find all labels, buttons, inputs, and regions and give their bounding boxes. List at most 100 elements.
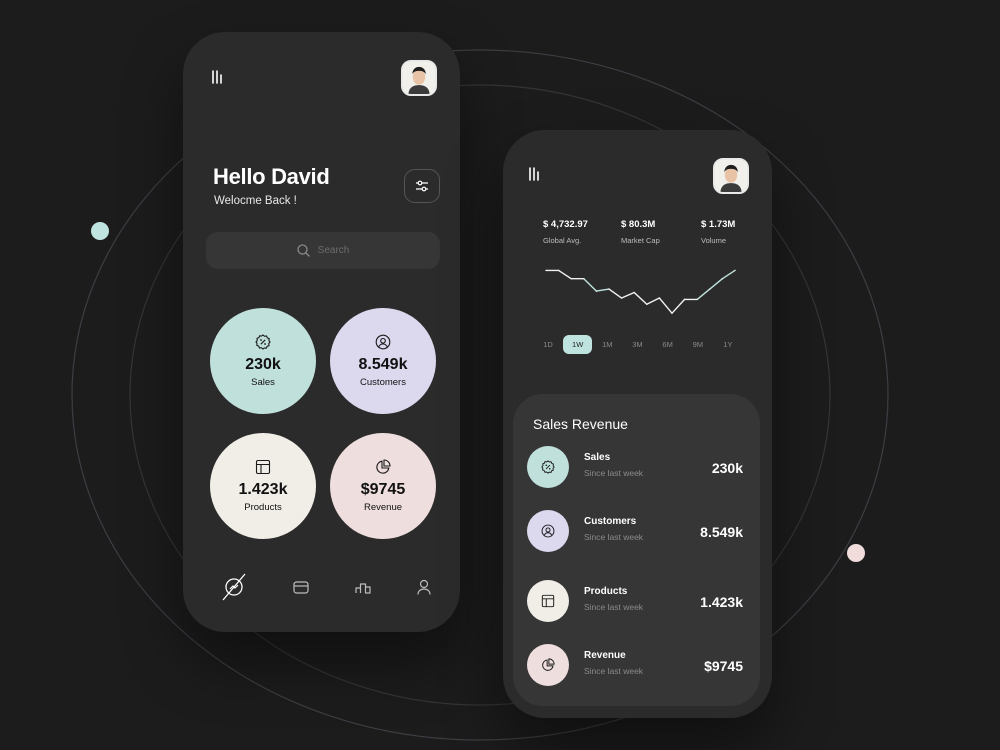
sales-revenue-panel: Sales Revenue Sales Since last week 230k <box>513 394 760 706</box>
chart-line-segment <box>721 269 736 280</box>
avatar-photo <box>403 62 435 94</box>
chart-point <box>570 278 572 280</box>
revenue-card[interactable]: $9745 Revenue <box>330 433 436 539</box>
chart-line-segment <box>633 291 648 305</box>
stat-value: $ 4,732.97 <box>543 219 588 230</box>
orbit-dot-teal <box>91 222 109 240</box>
row-since: Since last week <box>584 532 644 542</box>
revenue-label: Revenue <box>363 502 403 513</box>
chart-line-segment <box>608 288 623 299</box>
row-since: Since last week <box>584 602 644 612</box>
user-circle-icon <box>541 524 555 538</box>
stat-label: Market Cap <box>621 236 660 245</box>
bottom-navigation <box>221 572 431 602</box>
chart-point <box>545 269 547 272</box>
range-option[interactable]: 1D <box>533 335 563 354</box>
welcome-subtitle: Welocme Back ! <box>214 195 297 207</box>
revenue-row-revenue[interactable]: Revenue Since last week $9745 <box>527 644 743 688</box>
home-screen: Hello David Welocme Back ! Search 230k S… <box>183 32 460 632</box>
sales-card[interactable]: 230k Sales <box>210 308 316 414</box>
discount-badge-icon <box>541 460 555 474</box>
search-input[interactable]: Search <box>206 232 440 269</box>
chart-line-segment <box>658 297 673 314</box>
row-name: Sales <box>584 452 611 463</box>
chart-point <box>696 298 698 300</box>
chart-point <box>709 288 711 290</box>
layout-icon <box>541 594 555 608</box>
products-card[interactable]: 1.423k Products <box>210 433 316 539</box>
row-value: 230k <box>711 460 743 476</box>
chart-point <box>658 297 660 299</box>
greeting-title: Hello David <box>213 164 330 189</box>
pie-chart-icon <box>376 459 391 474</box>
sales-label: Sales <box>251 377 275 388</box>
background-decoration <box>71 49 889 741</box>
stat-value: $ 80.3M <box>621 219 656 230</box>
stat-global-avg: $ 4,732.97 Global Avg. <box>543 219 588 245</box>
filter-button[interactable] <box>404 169 440 203</box>
menu-icon[interactable] <box>528 167 542 181</box>
sales-revenue-title: Sales Revenue <box>533 416 628 432</box>
customers-label: Customers <box>360 377 406 388</box>
row-value: $9745 <box>704 658 743 674</box>
row-name: Customers <box>584 516 637 527</box>
wallet-icon[interactable] <box>293 580 309 594</box>
range-option[interactable]: 6M <box>653 335 683 354</box>
chart-point <box>721 278 723 280</box>
search-icon <box>297 244 310 257</box>
chart-point <box>633 291 635 294</box>
products-label: Products <box>244 502 282 513</box>
detail-screen: $ 4,732.97 Global Avg. $ 80.3M Market Ca… <box>503 130 772 718</box>
user-circle-icon <box>375 334 391 350</box>
row-icon-badge <box>527 580 569 622</box>
profile-icon[interactable] <box>417 579 431 595</box>
time-range-selector: 1D 1W 1M 3M 6M 9M 1Y <box>533 335 743 354</box>
chart-line-segment <box>557 269 572 280</box>
leaderboard-icon[interactable] <box>355 580 371 594</box>
chart-line-segment <box>595 288 610 292</box>
price-line-chart <box>545 269 736 314</box>
chart-point <box>608 288 610 290</box>
range-option[interactable]: 1M <box>592 335 622 354</box>
row-icon-badge <box>527 446 569 488</box>
sliders-icon <box>416 180 428 192</box>
chart-line-segment <box>620 291 635 299</box>
chart-line-segment <box>646 297 661 305</box>
avatar[interactable] <box>713 158 749 194</box>
chart-line-segment <box>583 278 598 292</box>
row-icon-badge <box>527 644 569 686</box>
chart-point <box>646 303 648 305</box>
layout-icon <box>255 459 271 475</box>
stat-value: $ 1.73M <box>701 219 736 230</box>
row-name: Revenue <box>584 650 626 661</box>
stat-volume: $ 1.73M Volume <box>701 219 735 245</box>
row-name: Products <box>584 586 628 597</box>
menu-icon[interactable] <box>211 70 225 84</box>
orbit-dot-pink <box>847 544 865 562</box>
range-option[interactable]: 9M <box>683 335 713 354</box>
range-option[interactable]: 1W <box>563 335 593 354</box>
revenue-row-products[interactable]: Products Since last week 1.423k <box>527 580 743 624</box>
avatar[interactable] <box>401 60 437 96</box>
chart-line-segment <box>709 278 724 290</box>
chart-point <box>684 298 686 300</box>
pie-chart-icon <box>542 658 555 671</box>
customers-card[interactable]: 8.549k Customers <box>330 308 436 414</box>
range-option[interactable]: 3M <box>622 335 652 354</box>
revenue-row-sales[interactable]: Sales Since last week 230k <box>527 446 743 490</box>
stat-market-cap: $ 80.3M Market Cap <box>621 219 660 245</box>
stat-label: Global Avg. <box>543 236 582 245</box>
chart-point <box>558 269 560 272</box>
stat-label: Volume <box>701 236 727 245</box>
range-option[interactable]: 1Y <box>713 335 743 354</box>
avatar-photo <box>715 160 747 192</box>
chart-point <box>621 297 623 299</box>
revenue-row-customers[interactable]: Customers Since last week 8.549k <box>527 510 743 554</box>
chart-line-segment <box>696 288 711 301</box>
row-since: Since last week <box>584 468 644 478</box>
dashboard-icon[interactable] <box>221 572 247 602</box>
revenue-value: $9745 <box>360 481 406 498</box>
chart-point <box>671 312 673 314</box>
row-icon-badge <box>527 510 569 552</box>
chart-point <box>583 278 585 280</box>
